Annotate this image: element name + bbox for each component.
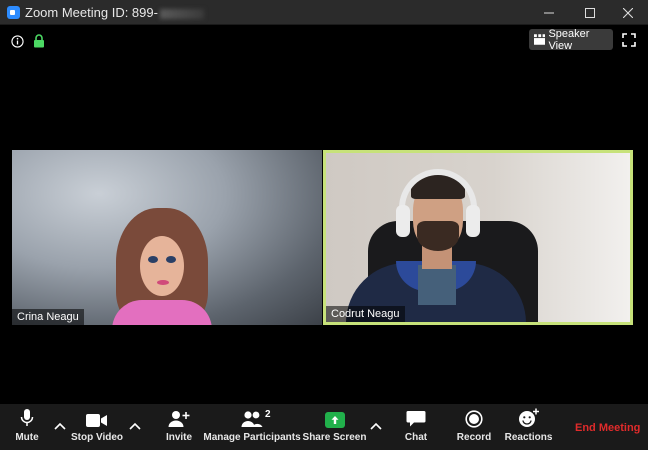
participants-icon [241, 411, 263, 427]
reactions-label: Reactions [504, 432, 553, 443]
minimize-icon [544, 12, 554, 13]
audio-options-chevron-up-icon[interactable] [54, 422, 66, 430]
speaker-view-button[interactable]: Speaker View [529, 27, 613, 52]
meeting-toolbar: Mute Stop Video Invite 2 Manage Particip… [0, 404, 648, 450]
maximize-button[interactable] [570, 0, 610, 25]
window-title: Zoom Meeting ID: 899- [25, 5, 204, 20]
close-icon [623, 7, 633, 18]
participant-video-tile-crina[interactable]: Crina Neagu [12, 150, 322, 325]
video-options-chevron-up-icon[interactable] [129, 422, 141, 430]
lock-icon[interactable] [33, 34, 45, 48]
end-meeting-button[interactable]: End Meeting [575, 422, 640, 434]
microphone-icon [20, 409, 34, 426]
manage-participants-label: Manage Participants [203, 432, 301, 443]
video-camera-icon [86, 414, 107, 427]
headphones-cup [466, 205, 480, 237]
speaker-view-label: Speaker View [548, 27, 590, 52]
share-screen-button[interactable]: Share Screen [303, 404, 366, 450]
zoom-app-icon [7, 6, 20, 19]
participants-count-badge: 2 [265, 409, 271, 420]
doll-face [140, 236, 184, 296]
manage-participants-button[interactable]: 2 Manage Participants [203, 404, 300, 450]
window-title-text: Zoom Meeting ID: 899- [25, 5, 158, 20]
participant-name-tag: Crina Neagu [12, 309, 84, 325]
maximize-icon [585, 7, 595, 18]
title-bar: Zoom Meeting ID: 899- [0, 0, 648, 25]
minimize-button[interactable] [529, 0, 569, 25]
invite-button[interactable]: Invite [164, 404, 194, 450]
shirt [418, 265, 456, 305]
share-options-chevron-up-icon[interactable] [370, 422, 382, 430]
beard [417, 221, 459, 251]
stop-video-label: Stop Video [70, 432, 124, 443]
record-button[interactable]: Record [456, 404, 492, 450]
doll-eye [166, 256, 176, 263]
record-label: Record [456, 432, 492, 443]
close-button[interactable] [608, 0, 648, 25]
headphones-cup [396, 205, 410, 237]
chat-label: Chat [404, 432, 428, 443]
grid-icon [534, 34, 546, 45]
record-icon [465, 410, 483, 428]
doll-mouth [157, 280, 169, 285]
mute-label: Mute [15, 432, 39, 443]
participant-video-tile-codrut[interactable]: Codrut Neagu [323, 150, 633, 325]
share-screen-label: Share Screen [302, 432, 367, 443]
chat-bubble-icon [406, 411, 426, 427]
reactions-button[interactable]: Reactions [504, 404, 553, 450]
doll-eye [148, 256, 158, 263]
mute-button[interactable]: Mute [12, 404, 42, 450]
share-screen-icon [324, 412, 345, 428]
info-icon[interactable] [11, 35, 24, 48]
chat-button[interactable]: Chat [402, 404, 430, 450]
add-person-icon [168, 411, 190, 427]
redacted-meeting-id [159, 8, 204, 19]
invite-label: Invite [165, 432, 193, 443]
smiley-add-icon [518, 408, 539, 427]
participant-name-tag: Codrut Neagu [326, 306, 405, 322]
stop-video-button[interactable]: Stop Video [70, 404, 124, 450]
doll-dress [112, 300, 212, 325]
fullscreen-icon[interactable] [622, 33, 636, 47]
